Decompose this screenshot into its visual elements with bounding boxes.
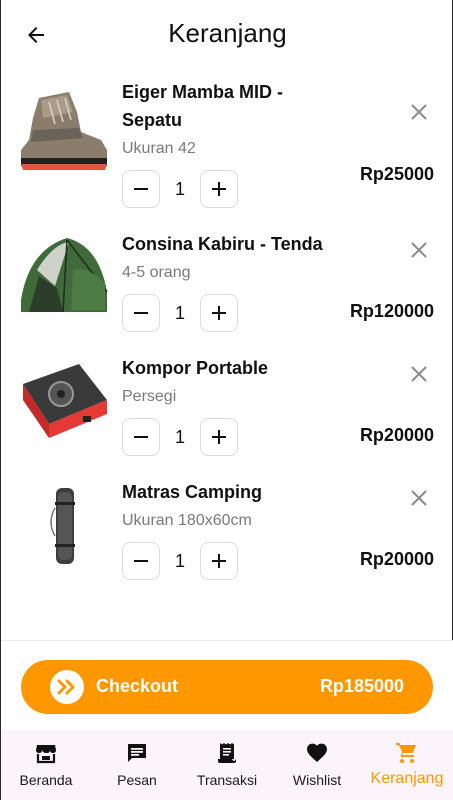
checkout-label: Checkout [96,676,179,696]
nav-label: Wishlist [292,772,342,788]
double-chevron-right-icon [50,670,84,704]
cart-item: Kompor Portable Persegi 1 Rp20000 [1,354,453,484]
product-image [19,230,109,330]
minus-icon [134,188,148,190]
plus-icon [212,306,226,320]
item-variant: Ukuran 180x60cm [122,512,252,529]
plus-icon [212,430,226,444]
cart-icon [394,740,420,766]
item-price: Rp120000 [349,301,434,321]
decrease-qty-button[interactable] [122,542,160,580]
item-price: Rp20000 [359,425,434,445]
qty-value: 1 [174,178,185,199]
checkout-bar: Checkout Rp185000 [1,640,453,730]
product-image [19,478,109,578]
item-name: Eiger Mamba MID - Sepatu [122,82,284,130]
nav-item-keranjang[interactable]: Keranjang [362,730,452,800]
item-name: Kompor Portable [122,358,269,378]
decrease-qty-button[interactable] [122,170,160,208]
item-variant: Ukuran 42 [122,140,196,157]
item-price: Rp25000 [359,164,434,184]
cart-item: Eiger Mamba MID - Sepatu Ukuran 42 1 Rp2… [1,78,453,208]
decrease-qty-button[interactable] [122,294,160,332]
nav-label: Pesan [117,772,157,788]
remove-item-button[interactable] [405,236,433,264]
bottom-navigation: Beranda Pesan Transaksi Wishlist Keranja… [1,730,453,800]
nav-item-beranda[interactable]: Beranda [1,730,91,800]
remove-item-button[interactable] [405,484,433,512]
close-icon [411,366,427,382]
chat-icon [124,740,150,766]
page-title: Keranjang [168,18,287,48]
item-variant: Persegi [122,388,177,405]
quantity-stepper: 1 [122,170,238,208]
qty-value: 1 [174,550,185,571]
cart-item: Matras Camping Ukuran 180x60cm 1 Rp20000 [1,478,453,608]
nav-label: Beranda [19,772,73,788]
close-icon [411,242,427,258]
nav-item-transaksi[interactable]: Transaksi [182,730,272,800]
increase-qty-button[interactable] [200,170,238,208]
minus-icon [134,436,148,438]
nav-item-wishlist[interactable]: Wishlist [272,730,362,800]
minus-icon [134,312,148,314]
minus-icon [134,560,148,562]
store-icon [33,740,59,766]
close-icon [411,104,427,120]
nav-item-pesan[interactable]: Pesan [92,730,182,800]
checkout-button[interactable]: Checkout Rp185000 [21,660,433,714]
cart-item: Consina Kabiru - Tenda 4-5 orang 1 Rp120… [1,230,453,360]
app-header: Keranjang [1,0,453,68]
product-image [19,78,109,178]
plus-icon [212,554,226,568]
quantity-stepper: 1 [122,418,238,456]
plus-icon [212,182,226,196]
heart-icon [304,740,330,766]
decrease-qty-button[interactable] [122,418,160,456]
quantity-stepper: 1 [122,294,238,332]
checkout-total: Rp185000 [319,676,404,696]
increase-qty-button[interactable] [200,418,238,456]
qty-value: 1 [174,426,185,447]
item-price: Rp20000 [359,549,434,569]
item-name: Matras Camping [122,482,263,502]
item-variant: 4-5 orang [122,264,191,281]
app-screen: Keranjang Eiger Mamba MID - Sepatu Ukura… [0,0,453,800]
qty-value: 1 [174,302,185,323]
nav-label: Transaksi [196,772,258,788]
item-name: Consina Kabiru - Tenda [122,234,323,254]
close-icon [411,490,427,506]
remove-item-button[interactable] [405,360,433,388]
quantity-stepper: 1 [122,542,238,580]
increase-qty-button[interactable] [200,294,238,332]
remove-item-button[interactable] [405,98,433,126]
increase-qty-button[interactable] [200,542,238,580]
receipt-icon [214,740,240,766]
product-image [19,354,109,454]
nav-label: Keranjang [370,770,444,787]
